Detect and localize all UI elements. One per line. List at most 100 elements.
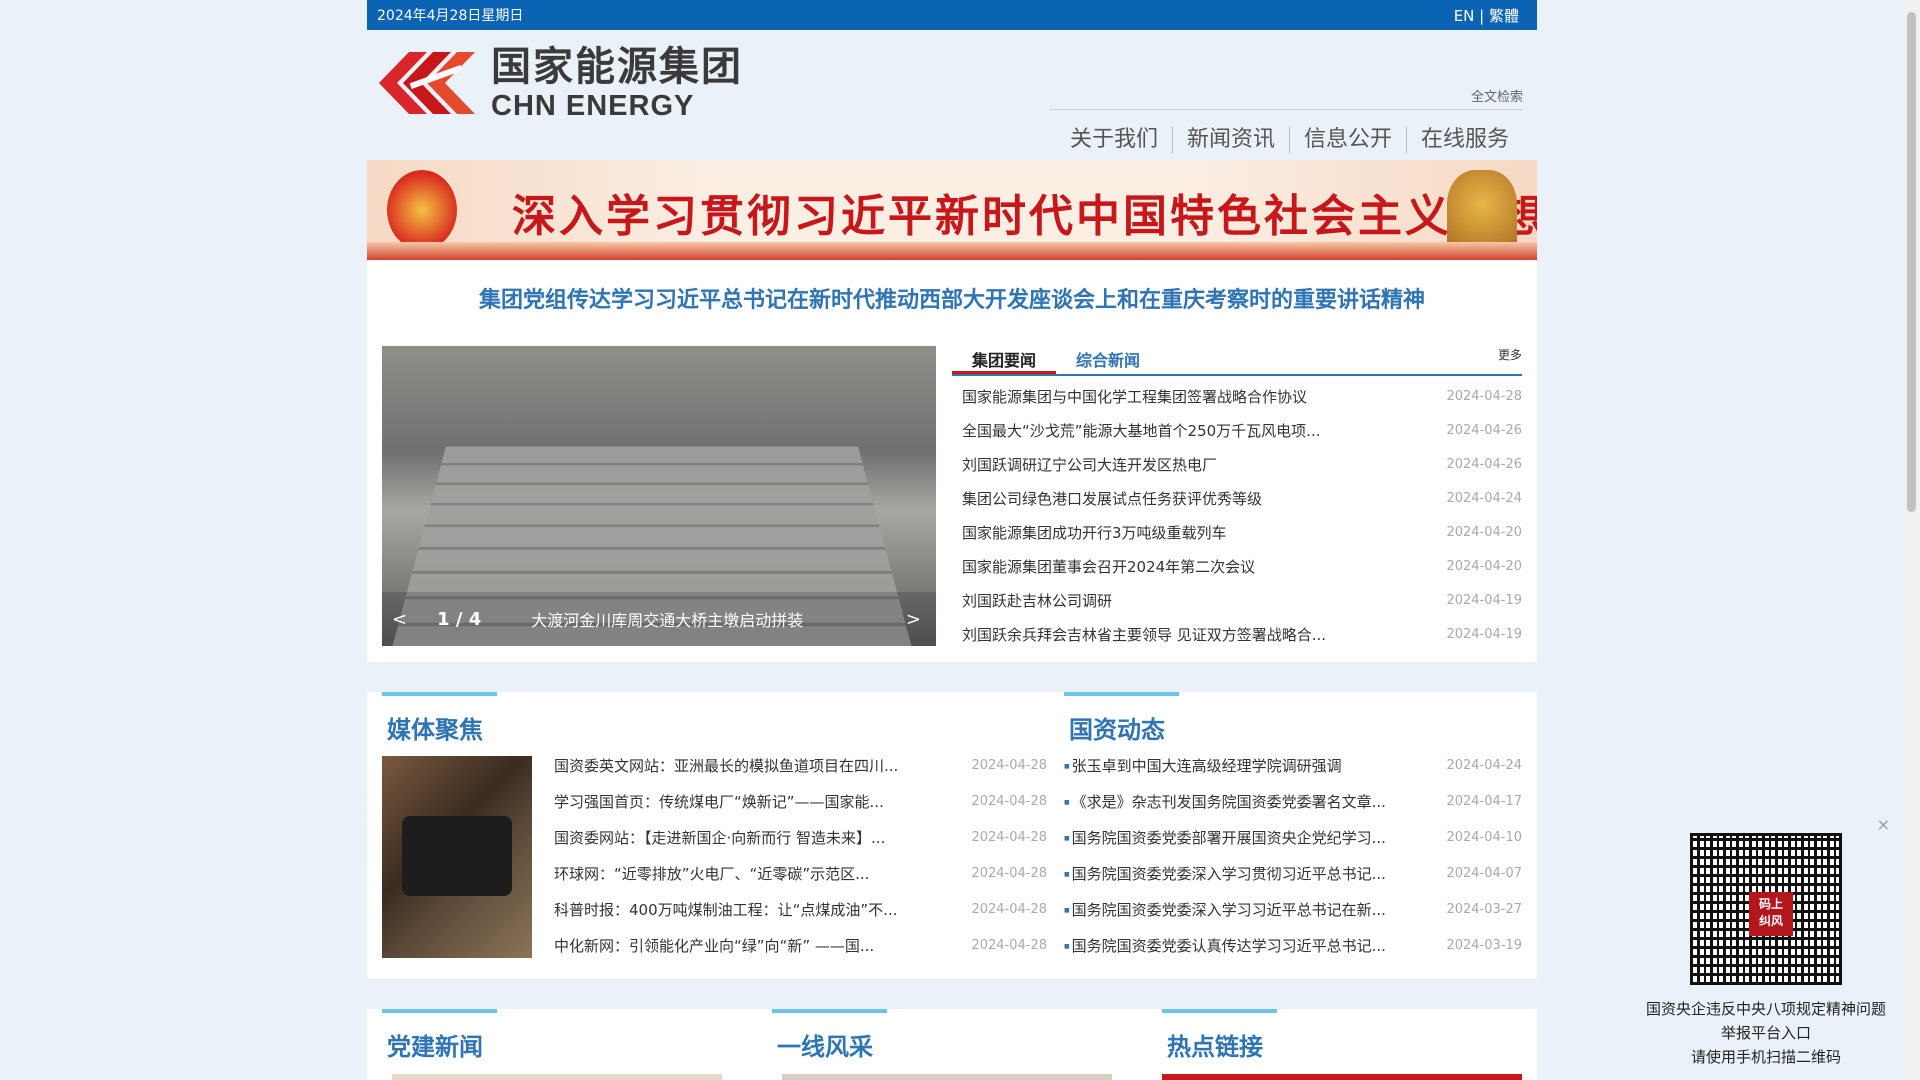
news-date: 2024-04-28 (1446, 389, 1522, 404)
news-date: 2024-04-24 (1446, 491, 1522, 506)
news-title: 国家能源集团董事会召开2024年第二次会议 (962, 558, 1256, 576)
banner-decoration (367, 242, 1537, 260)
party-news-image[interactable] (392, 1074, 722, 1080)
slider-counter: 1 / 4 (437, 608, 482, 630)
tab-group-news[interactable]: 集团要闻 (952, 346, 1057, 374)
slider-caption-bar: < 1 / 4 大渡河金川库周交通大桥主墩启动拼装 > (382, 592, 936, 646)
media-item[interactable]: 中化新网：引领能化产业向“绿”向“新” ——国... 2024-04-28 (554, 928, 1047, 964)
site-logo[interactable]: 国家能源集团 CHN ENERGY (379, 44, 743, 122)
news-date: 2024-04-26 (1446, 423, 1522, 438)
nav-info-disclosure[interactable]: 信息公开 (1288, 126, 1406, 154)
sasac-date: 2024-04-10 (1446, 830, 1522, 845)
news-item[interactable]: 全国最大“沙戈荒”能源大基地首个250万千瓦风电项... 2024-04-26 (962, 414, 1522, 448)
qr-badge: 码上 纠风 (1749, 892, 1793, 936)
news-item[interactable]: 刘国跃调研辽宁公司大连开发区热电厂 2024-04-26 (962, 448, 1522, 482)
headline-link[interactable]: 集团党组传达学习习近平总书记在新时代推动西部大开发座谈会上和在重庆考察时的重要讲… (367, 282, 1537, 314)
media-item[interactable]: 学习强国首页：传统煤电厂“焕新记”——国家能... 2024-04-28 (554, 784, 1047, 820)
scrollbar-thumb[interactable] (1907, 12, 1916, 512)
sasac-item[interactable]: 国务院国资委党委认真传达学习习近平总书记... 2024-03-19 (1064, 928, 1522, 964)
chn-energy-logo-icon (379, 52, 475, 114)
media-date: 2024-04-28 (971, 794, 1047, 809)
camera-icon (402, 816, 512, 896)
frontline-image[interactable] (782, 1074, 1112, 1080)
slider-next-button[interactable]: > (906, 609, 921, 630)
sasac-date: 2024-04-07 (1446, 866, 1522, 881)
logo-chinese-name: 国家能源集团 (491, 44, 743, 90)
close-icon[interactable]: × (1877, 815, 1890, 834)
media-list: 国资委英文网站：亚洲最长的模拟鱼道项目在四川... 2024-04-28 学习强国… (554, 748, 1047, 964)
qr-caption-line3: 请使用手机扫描二维码 (1690, 1048, 1841, 1066)
media-title: 环球网：“近零排放”火电厂、“近零碳”示范区... (554, 865, 870, 883)
news-date: 2024-04-26 (1446, 457, 1522, 472)
lang-traditional-link[interactable]: 繁體 (1489, 7, 1519, 25)
sasac-item[interactable]: 张玉卓到中国大连高级经理学院调研强调 2024-04-24 (1064, 748, 1522, 784)
news-item[interactable]: 国家能源集团与中国化学工程集团签署战略合作协议 2024-04-28 (962, 380, 1522, 414)
media-item[interactable]: 环球网：“近零排放”火电厂、“近零碳”示范区... 2024-04-28 (554, 856, 1047, 892)
fulltext-search-link[interactable]: 全文检索 (1471, 86, 1523, 105)
news-date: 2024-04-19 (1446, 627, 1522, 642)
media-item[interactable]: 国资委网站：【走进新国企·向新而行 智造未来】... 2024-04-28 (554, 820, 1047, 856)
banner-slogan: 深入学习贯彻习近平新时代中国特色社会主义思想 (512, 191, 1537, 242)
news-panel: 集团要闻 综合新闻 更多 国家能源集团与中国化学工程集团签署战略合作协议 2024… (952, 346, 1522, 652)
hotlinks-image[interactable] (1162, 1074, 1522, 1080)
sasac-news-list: 张玉卓到中国大连高级经理学院调研强调 2024-04-24 《求是》杂志刊发国务院… (1064, 748, 1522, 964)
party-news-block: 党建新闻 (382, 1009, 742, 1080)
sasac-item[interactable]: 国务院国资委党委深入学习贯彻习近平总书记... 2024-04-07 (1064, 856, 1522, 892)
qr-badge-line2: 纠风 (1758, 914, 1783, 928)
news-item[interactable]: 国家能源集团董事会召开2024年第二次会议 2024-04-20 (962, 550, 1522, 584)
news-more-link[interactable]: 更多 (1498, 346, 1522, 363)
sasac-title: 国务院国资委党委认真传达学习习近平总书记... (1064, 928, 1386, 964)
tab-general-news[interactable]: 综合新闻 (1056, 346, 1160, 374)
page-container: 2024年4月28日星期日 EN | 繁體 国家能源集团 CHN ENERGY … (367, 0, 1537, 1080)
top-bar: 2024年4月28日星期日 EN | 繁體 (367, 0, 1537, 30)
news-title: 全国最大“沙戈荒”能源大基地首个250万千瓦风电项... (962, 422, 1321, 440)
media-date: 2024-04-28 (971, 866, 1047, 881)
page-scrollbar[interactable] (1903, 0, 1920, 1080)
media-title: 国资委英文网站：亚洲最长的模拟鱼道项目在四川... (554, 757, 899, 775)
media-date: 2024-04-28 (971, 830, 1047, 845)
news-item[interactable]: 国家能源集团成功开行3万吨级重载列车 2024-04-20 (962, 516, 1522, 550)
frontline-title[interactable]: 一线风采 (772, 1009, 1132, 1069)
sasac-title: 《求是》杂志刊发国务院国资委党委署名文章... (1064, 784, 1386, 820)
sasac-date: 2024-03-19 (1446, 938, 1522, 953)
media-item[interactable]: 科普时报：400万吨煤制油工程：让“点煤成油”不... 2024-04-28 (554, 892, 1047, 928)
image-slider[interactable]: < 1 / 4 大渡河金川库周交通大桥主墩启动拼装 > (382, 346, 936, 646)
party-news-title[interactable]: 党建新闻 (382, 1009, 742, 1069)
news-item[interactable]: 刘国跃赴吉林公司调研 2024-04-19 (962, 584, 1522, 618)
news-item[interactable]: 集团公司绿色港口发展试点任务获评优秀等级 2024-04-24 (962, 482, 1522, 516)
report-qr-widget: × 码上 纠风 国资央企违反中央八项规定精神问题 举报平台入口 请使用手机扫描二维… (1636, 815, 1896, 1069)
media-focus-title[interactable]: 媒体聚焦 (382, 692, 1047, 752)
lang-en-link[interactable]: EN (1454, 7, 1475, 25)
headline-section: 集团党组传达学习习近平总书记在新时代推动西部大开发座谈会上和在重庆考察时的重要讲… (367, 260, 1537, 662)
media-title: 科普时报：400万吨煤制油工程：让“点煤成油”不... (554, 901, 898, 919)
news-title: 刘国跃调研辽宁公司大连开发区热电厂 (962, 456, 1218, 474)
nav-news[interactable]: 新闻资讯 (1171, 126, 1289, 154)
media-item[interactable]: 国资委英文网站：亚洲最长的模拟鱼道项目在四川... 2024-04-28 (554, 748, 1047, 784)
qr-code-icon[interactable]: 码上 纠风 (1690, 833, 1842, 985)
qr-caption: 国资央企违反中央八项规定精神问题 举报平台入口 请使用手机扫描二维码 (1636, 997, 1896, 1069)
sasac-title: 国务院国资委党委深入学习贯彻习近平总书记... (1064, 856, 1386, 892)
nav-online-service[interactable]: 在线服务 (1405, 126, 1523, 154)
news-title: 刘国跃赴吉林公司调研 (962, 592, 1113, 610)
news-item[interactable]: 刘国跃余兵拜会吉林省主要领导 见证双方签署战略合... 2024-04-19 (962, 618, 1522, 652)
sasac-title: 张玉卓到中国大连高级经理学院调研强调 (1064, 748, 1342, 784)
qr-caption-line2: 举报平台入口 (1720, 1024, 1811, 1042)
slider-prev-button[interactable]: < (392, 609, 407, 630)
sasac-item[interactable]: 《求是》杂志刊发国务院国资委党委署名文章... 2024-04-17 (1064, 784, 1522, 820)
hotlinks-title[interactable]: 热点链接 (1162, 1009, 1522, 1069)
media-photo[interactable] (382, 756, 532, 958)
news-title: 国家能源集团与中国化学工程集团签署战略合作协议 (962, 388, 1308, 406)
theme-banner[interactable]: 深入学习贯彻习近平新时代中国特色社会主义思想 (367, 160, 1537, 260)
news-title: 国家能源集团成功开行3万吨级重载列车 (962, 524, 1227, 542)
nav-about-us[interactable]: 关于我们 (1056, 126, 1172, 154)
news-date: 2024-04-20 (1446, 525, 1522, 540)
news-title: 刘国跃余兵拜会吉林省主要领导 见证双方签署战略合... (962, 626, 1327, 644)
sasac-item[interactable]: 国务院国资委党委深入学习习近平总书记在新... 2024-03-27 (1064, 892, 1522, 928)
sasac-news-title[interactable]: 国资动态 (1064, 692, 1522, 752)
media-date: 2024-04-28 (971, 938, 1047, 953)
language-switch: EN | 繁體 (1454, 5, 1519, 26)
slider-caption[interactable]: 大渡河金川库周交通大桥主墩启动拼装 (531, 607, 803, 631)
logo-english-name: CHN ENERGY (491, 90, 695, 122)
hotlinks-block: 热点链接 (1162, 1009, 1522, 1080)
sasac-item[interactable]: 国务院国资委党委部署开展国资央企党纪学习... 2024-04-10 (1064, 820, 1522, 856)
